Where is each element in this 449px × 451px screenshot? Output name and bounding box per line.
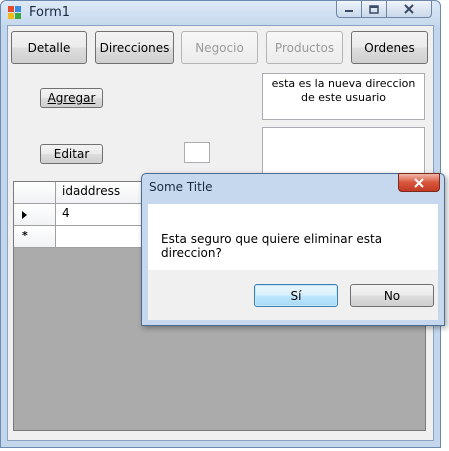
minimize-icon [345,10,353,12]
productos-button[interactable]: Productos [266,31,343,64]
yes-button[interactable]: Sí [254,284,338,307]
row-header-current[interactable] [14,204,56,226]
minimize-button[interactable] [336,0,362,18]
cell-value: 4 [62,206,70,220]
dialog-close-button[interactable] [398,173,440,192]
column-header-label: idaddress [62,184,121,198]
ordenes-button[interactable]: Ordenes [351,31,428,64]
confirm-dialog: Some Title Esta seguro que quiere elimin… [141,173,445,326]
window-title: Form1 [29,5,71,20]
negocio-button[interactable]: Negocio [181,31,258,64]
title-bar[interactable]: Form1 [1,0,440,25]
dialog-title: Some Title [149,180,213,194]
editar-button[interactable]: Editar [40,144,103,164]
close-icon [414,177,424,188]
agregar-button[interactable]: Agregar [40,88,103,108]
address-text: esta es la nueva direccion de este usuar… [271,77,416,104]
direcciones-button[interactable]: Direcciones [95,31,174,64]
grid-corner-header[interactable] [14,182,56,204]
app-icon [8,6,21,19]
dialog-body: Esta seguro que quiere eliminar esta dir… [148,204,438,270]
detalle-button[interactable]: Detalle [11,31,87,64]
new-row-asterisk-icon: * [22,229,28,242]
close-button[interactable] [387,0,432,18]
second-textbox[interactable] [262,127,425,177]
maximize-button[interactable] [362,0,387,18]
dialog-message: Esta seguro que quiere eliminar esta dir… [161,232,383,260]
caption-buttons [336,0,432,19]
agregar-label: Agregar [47,91,96,105]
no-button[interactable]: No [350,284,434,307]
address-textbox[interactable]: esta es la nueva direccion de este usuar… [262,73,425,120]
current-row-arrow-icon [22,211,27,219]
dialog-footer: Sí No [148,270,438,320]
close-icon [404,4,414,14]
row-header-new[interactable]: * [14,226,56,248]
small-input[interactable] [184,142,210,163]
maximize-icon [369,4,379,14]
